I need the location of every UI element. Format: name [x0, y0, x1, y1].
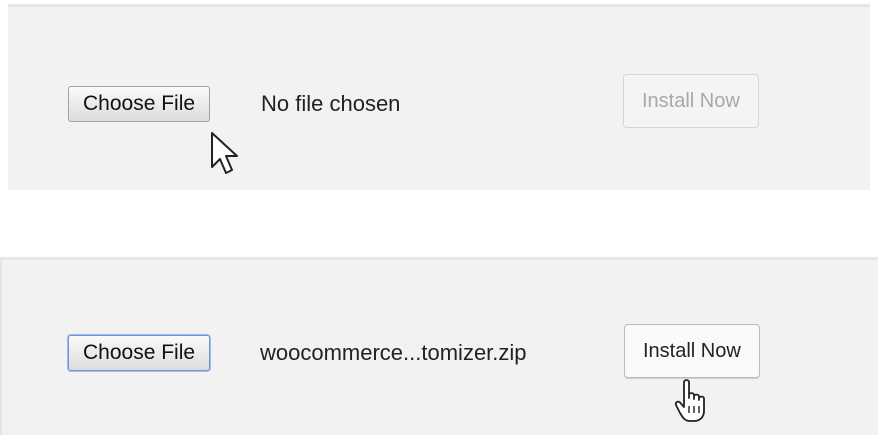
- upload-panel-selected: Choose File woocommerce...tomizer.zip In…: [0, 257, 878, 435]
- install-now-button[interactable]: Install Now: [624, 324, 760, 378]
- arrow-cursor-icon: [211, 132, 238, 174]
- screenshot-canvas: Choose File No file chosen Install Now C…: [0, 0, 878, 435]
- file-status-label: No file chosen: [261, 91, 401, 116]
- selected-file-name: woocommerce...tomizer.zip: [260, 340, 527, 365]
- choose-file-button-focused[interactable]: Choose File: [68, 335, 211, 371]
- hand-pointer-cursor-icon: [674, 379, 705, 422]
- choose-file-button[interactable]: Choose File: [68, 86, 211, 122]
- upload-panel-empty: Choose File No file chosen Install Now: [8, 4, 870, 190]
- install-now-button-disabled[interactable]: Install Now: [623, 74, 759, 128]
